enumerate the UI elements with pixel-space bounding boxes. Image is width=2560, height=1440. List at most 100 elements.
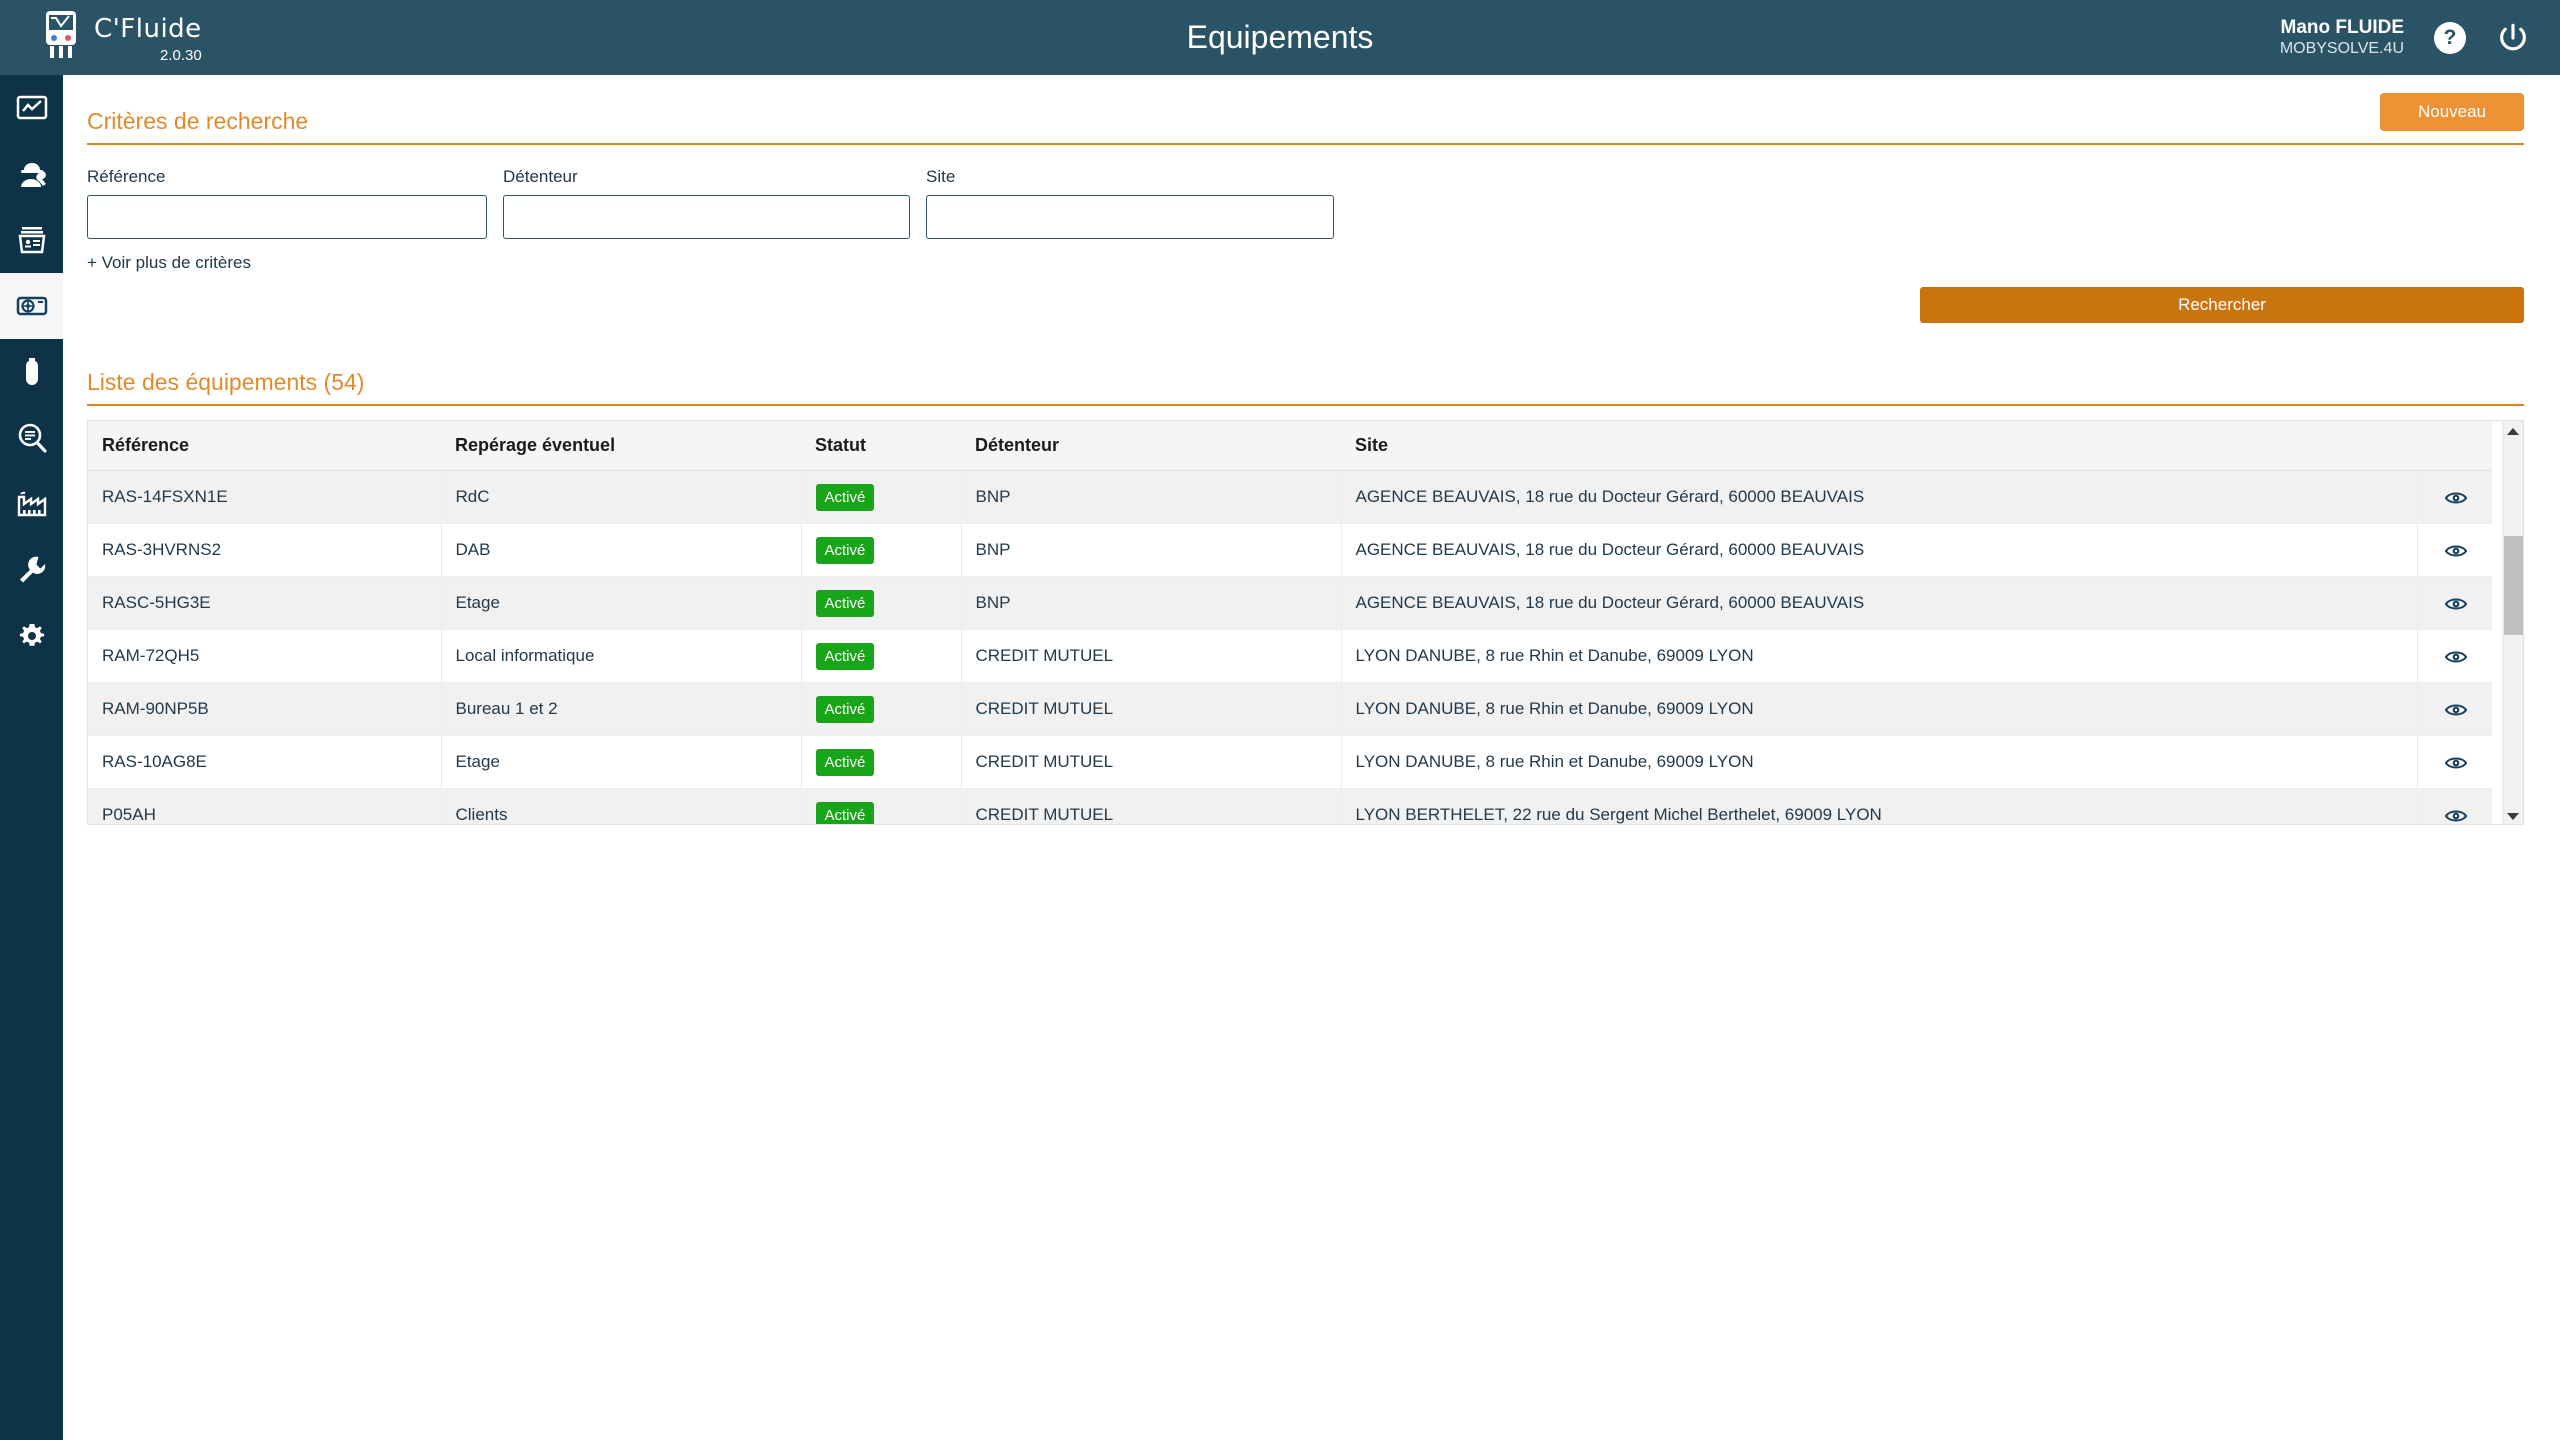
sidebar-item-sites[interactable]: [0, 471, 63, 537]
table-row[interactable]: RAM-90NP5B Bureau 1 et 2 Activé CREDIT MUTU…: [88, 682, 2492, 736]
column-header-reperage[interactable]: Repérage éventuel: [441, 421, 801, 471]
detenteur-field-group: Détenteur: [503, 167, 910, 239]
cell-reperage: Etage: [441, 576, 802, 630]
cell-reference: RAS-14FSXN1E: [88, 470, 442, 524]
cell-site: LYON DANUBE, 8 rue Rhin et Danube, 69009…: [1341, 682, 2418, 736]
sidebar-item-bottles[interactable]: [0, 339, 63, 405]
cell-detenteur: BNP: [961, 470, 1342, 524]
list-section-title: Liste des équipements (54): [87, 369, 365, 395]
cell-detenteur: BNP: [961, 523, 1342, 577]
more-criteria-link[interactable]: + Voir plus de critères: [87, 253, 251, 273]
cell-reperage: RdC: [441, 470, 802, 524]
site-label: Site: [926, 167, 956, 186]
equipment-table: Référence Repérage éventuel Statut Déten…: [88, 421, 2492, 824]
search-panel: Critères de recherche Nouveau Référence …: [63, 75, 2560, 825]
status-badge: Activé: [815, 589, 875, 617]
cell-reference: P05AH: [88, 788, 442, 824]
cell-statut: Activé: [801, 523, 962, 577]
cell-statut: Activé: [801, 735, 962, 789]
table-row[interactable]: RASC-5HG3E Etage Activé BNP AGENCE BEAUVAIS,…: [88, 576, 2492, 630]
technician-helmet-icon: [20, 163, 46, 187]
gear-icon: [19, 624, 44, 646]
factory-icon: [17, 491, 46, 517]
sidebar: [0, 75, 63, 1440]
cell-actions[interactable]: [2417, 682, 2492, 736]
column-header-site[interactable]: Site: [1341, 421, 2417, 471]
status-badge: Activé: [815, 801, 875, 824]
sidebar-item-equipements[interactable]: [0, 273, 63, 339]
help-icon[interactable]: ?: [2434, 21, 2466, 54]
table-row[interactable]: RAS-3HVRNS2 DAB Activé BNP AGENCE BEAUVAIS, …: [88, 523, 2492, 577]
eye-icon[interactable]: [2444, 702, 2467, 718]
sidebar-item-maintenance[interactable]: [0, 537, 63, 603]
cell-site: LYON DANUBE, 8 rue Rhin et Danube, 69009…: [1341, 735, 2418, 789]
scroll-down-arrow-icon[interactable]: [2503, 806, 2524, 824]
cell-actions[interactable]: [2417, 470, 2492, 524]
table-scrollbar[interactable]: [2502, 421, 2524, 824]
user-name: Mano FLUIDE: [2280, 16, 2405, 38]
cell-statut: Activé: [801, 629, 962, 683]
cell-reperage: Etage: [441, 735, 802, 789]
search-button[interactable]: Rechercher: [1920, 287, 2524, 323]
cell-actions[interactable]: [2417, 788, 2492, 824]
cell-statut: Activé: [801, 682, 962, 736]
cell-reference: RAM-72QH5: [88, 629, 442, 683]
site-input[interactable]: [926, 195, 1334, 239]
sidebar-item-dashboard[interactable]: [0, 75, 63, 141]
eye-icon[interactable]: [2444, 755, 2467, 771]
new-button[interactable]: Nouveau: [2380, 93, 2524, 131]
table-row[interactable]: RAS-14FSXN1E RdC Activé BNP AGENCE BEAUVAIS,…: [88, 470, 2492, 524]
cell-actions[interactable]: [2417, 576, 2492, 630]
status-badge: Activé: [815, 642, 875, 670]
search-section-title: Critères de recherche: [87, 108, 309, 134]
cell-actions[interactable]: [2417, 735, 2492, 789]
cell-reference: RAM-90NP5B: [88, 682, 442, 736]
user-org: MOBYSOLVE.4U: [2279, 40, 2404, 58]
scrollbar-track[interactable]: [2503, 441, 2524, 806]
brand-version: 2.0.30: [159, 46, 202, 64]
cell-site: LYON DANUBE, 8 rue Rhin et Danube, 69009…: [1341, 629, 2418, 683]
scroll-up-arrow-icon[interactable]: [2503, 421, 2524, 441]
sidebar-item-technicians[interactable]: [0, 141, 63, 207]
eye-icon[interactable]: [2444, 596, 2467, 612]
column-header-reference[interactable]: Référence: [88, 421, 441, 471]
cell-detenteur: CREDIT MUTUEL: [961, 735, 1342, 789]
detenteur-input[interactable]: [503, 195, 910, 239]
cell-detenteur: CREDIT MUTUEL: [961, 788, 1342, 824]
cell-reperage: Clients: [441, 788, 802, 824]
eye-icon[interactable]: [2444, 808, 2467, 824]
table-row[interactable]: P05AH Clients Activé CREDIT MUTUEL LYON BERT…: [88, 788, 2492, 824]
eye-icon[interactable]: [2444, 543, 2467, 559]
equipment-table-container: Référence Repérage éventuel Statut Déten…: [87, 420, 2524, 825]
cell-statut: Activé: [801, 470, 962, 524]
cell-reperage: DAB: [441, 523, 802, 577]
status-badge: Activé: [815, 695, 875, 723]
sidebar-item-search[interactable]: [0, 405, 63, 471]
cell-reference: RAS-3HVRNS2: [88, 523, 442, 577]
column-header-detenteur[interactable]: Détenteur: [961, 421, 1341, 471]
eye-icon[interactable]: [2444, 649, 2467, 665]
status-badge: Activé: [815, 536, 875, 564]
eye-icon[interactable]: [2444, 490, 2467, 506]
table-row[interactable]: RAS-10AG8E Etage Activé CREDIT MUTUEL LYON D…: [88, 735, 2492, 789]
contact-card-box-icon: [18, 227, 45, 254]
user-block: Mano FLUIDE MOBYSOLVE.4U: [2280, 16, 2404, 60]
table-row[interactable]: RAM-72QH5 Local informatique Activé CREDIT …: [88, 629, 2492, 683]
topbar-right: Mano FLUIDE MOBYSOLVE.4U ?: [2280, 0, 2530, 75]
column-header-statut[interactable]: Statut: [801, 421, 961, 471]
power-icon[interactable]: [2496, 21, 2530, 55]
detenteur-label: Détenteur: [503, 167, 578, 186]
sidebar-item-contacts[interactable]: [0, 207, 63, 273]
cell-detenteur: BNP: [961, 576, 1342, 630]
list-section-header: Liste des équipements (54): [87, 351, 2524, 406]
reference-field-group: Référence: [87, 167, 487, 239]
sidebar-item-settings[interactable]: [0, 603, 63, 669]
cell-actions[interactable]: [2417, 523, 2492, 577]
status-badge: Activé: [815, 748, 875, 776]
cell-statut: Activé: [801, 788, 962, 824]
cell-actions[interactable]: [2417, 629, 2492, 683]
cell-site: AGENCE BEAUVAIS, 18 rue du Docteur Gérar…: [1341, 523, 2418, 577]
reference-input[interactable]: [87, 195, 487, 239]
cell-statut: Activé: [801, 576, 962, 630]
scrollbar-thumb[interactable]: [2503, 536, 2523, 635]
